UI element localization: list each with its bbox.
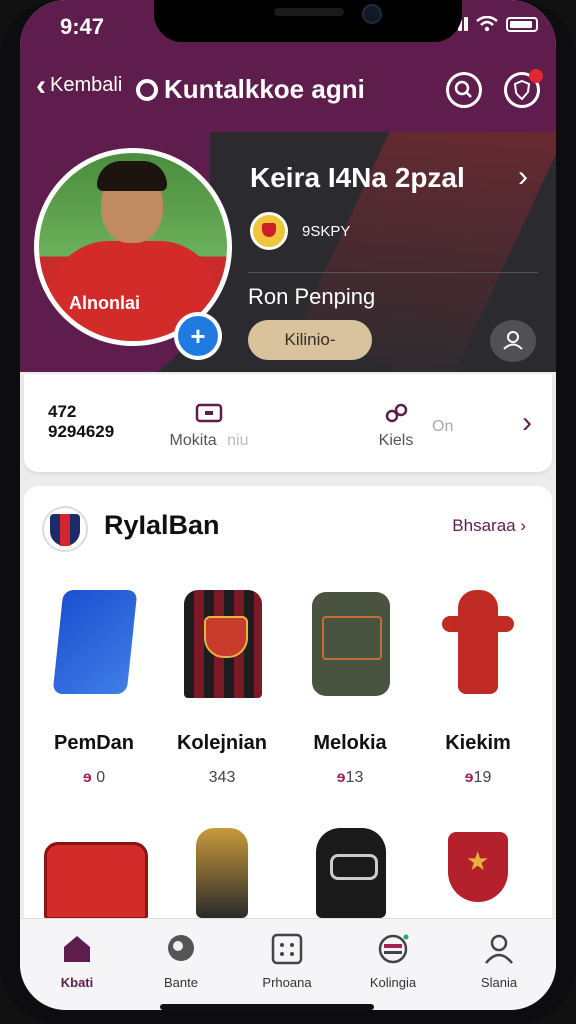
tab-label: Slania (480, 975, 518, 990)
product-name: Melokia (313, 732, 387, 754)
profile-role: Ron Penping (248, 284, 376, 309)
product-name: Kiekim (445, 732, 511, 754)
notifications-button[interactable] (504, 69, 543, 108)
home-icon (64, 936, 90, 962)
ticket-icon (195, 403, 223, 423)
search-button[interactable] (446, 72, 482, 108)
product-card[interactable]: Kolejnian 343 (162, 588, 282, 787)
product-card[interactable]: Kiekim ɘ19 (418, 588, 538, 787)
chevron-left-icon: ‹ (36, 68, 46, 102)
see-more-label: Bhsaraa (452, 516, 516, 535)
stats-bar: 472 9294629 Mokita niu Kiels On › (24, 374, 552, 472)
wifi-icon (476, 16, 498, 32)
app-logo-icon (136, 78, 158, 101)
jersey-icon (172, 588, 272, 698)
stat-item-kiels[interactable]: Kiels (366, 402, 426, 450)
camera (362, 4, 382, 24)
pack-icon (300, 828, 400, 918)
stat-count-top: 472 (48, 402, 77, 421)
profile-icon (485, 934, 513, 964)
tab-label: Prhoana (262, 975, 312, 990)
club-logo-icon (250, 212, 288, 250)
product-name: Kolejnian (176, 732, 267, 754)
screen: 9:47 ‹ Kembali Kuntalkkoe agni Alnonlai … (20, 0, 556, 1010)
tab-profile[interactable]: Slania (454, 933, 544, 990)
back-label: Kembali (50, 74, 123, 96)
stat-count-bottom: 9294629 (48, 422, 115, 441)
stat-item2-label: Kiels (378, 432, 414, 449)
avatar-jersey-text: Alnonlai (69, 293, 140, 313)
stat-counts: 472 9294629 (48, 402, 114, 442)
tab-label: Bante (164, 975, 198, 990)
product-price: ɘ 0 (82, 769, 106, 786)
avatar-add-button[interactable]: + (174, 312, 222, 360)
search-icon (454, 80, 472, 98)
battery-icon (506, 16, 538, 32)
stat-item1-label: Mokita (169, 432, 217, 449)
trophy-icon (428, 828, 528, 918)
notch (154, 0, 462, 42)
chat-icon (168, 935, 194, 961)
shop-section: RyIalBan Bhsaraa › PemDan ɘ 0 Kolejnian … (24, 486, 552, 926)
shop-title: RyIalBan (104, 510, 220, 540)
stat-item2-extra: On (432, 418, 454, 435)
bag-icon (44, 828, 148, 920)
tab-chat[interactable]: Bante (136, 933, 226, 990)
product-card[interactable] (34, 828, 154, 920)
product-price: ɘ13 (336, 769, 364, 786)
product-price: ɘ19 (464, 769, 492, 786)
tab-label: Kbati (60, 975, 94, 990)
product-card[interactable] (290, 828, 410, 918)
phone-frame: 9:47 ‹ Kembali Kuntalkkoe agni Alnonlai … (0, 0, 576, 1024)
tab-grid[interactable]: Prhoana (242, 933, 332, 990)
follow-button[interactable]: Kilinio- (248, 320, 372, 360)
product-card[interactable] (418, 828, 538, 918)
profile-divider (248, 272, 538, 273)
tab-label: Kolingia (369, 975, 417, 990)
see-more-link[interactable]: Bhsaraa › (452, 516, 526, 536)
grid-icon (271, 933, 303, 965)
status-time: 9:47 (60, 14, 105, 39)
towel-icon (44, 588, 144, 698)
profile-card: Alnonlai + Keira I4Na 2pzal › 9SKPY Ron … (20, 132, 556, 372)
person-icon (503, 331, 523, 350)
page-title: Kuntalkkoe agni (136, 74, 365, 105)
page-title-text: Kuntalkkoe agni (164, 74, 365, 104)
notification-badge (529, 69, 543, 83)
stat-item-mokita[interactable]: Mokita niu (154, 402, 264, 450)
product-card[interactable]: PemDan ɘ 0 (34, 588, 154, 787)
product-name: PemDan (53, 732, 135, 754)
product-card[interactable]: Melokia ɘ13 (290, 588, 410, 787)
link-icon (385, 403, 408, 423)
chevron-right-icon[interactable]: › (518, 160, 528, 194)
cart-icon (378, 934, 409, 964)
profile-name: Keira I4Na 2pzal (250, 162, 465, 193)
chevron-right-icon[interactable]: › (522, 406, 532, 440)
header-actions (446, 69, 543, 108)
profile-club: 9SKPY (250, 212, 350, 250)
product-card[interactable] (162, 828, 282, 918)
profile-person-button[interactable] (490, 320, 536, 362)
product-price: 343 (208, 769, 236, 786)
figure-icon (428, 588, 528, 698)
tab-bar: Kbati Bante Prhoana Kolingia Slania (20, 918, 556, 1010)
plus-icon: + (178, 316, 218, 356)
tab-home[interactable]: Kbati (32, 933, 122, 990)
home-indicator[interactable] (160, 1004, 374, 1010)
club-crest-icon (42, 506, 88, 552)
back-button[interactable]: ‹ Kembali (36, 68, 123, 102)
tab-cart[interactable]: Kolingia (348, 933, 438, 990)
stat-item1-suffix: niu (227, 432, 249, 449)
speaker (274, 8, 344, 16)
backpack-icon (300, 588, 400, 698)
club-code: 9SKPY (302, 222, 351, 240)
avatar-hair (97, 161, 167, 191)
gold-figure-icon (172, 828, 272, 918)
